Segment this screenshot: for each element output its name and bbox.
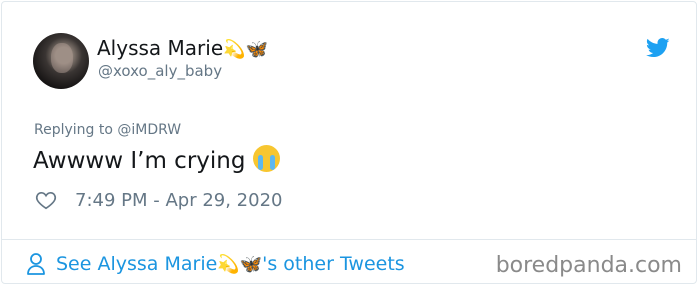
twitter-bird-icon[interactable] <box>646 38 670 58</box>
footer-divider <box>2 239 696 240</box>
tweet-timestamp[interactable]: 7:49 PM - Apr 29, 2020 <box>75 190 282 211</box>
tweet-text-content: Awwww I’m crying <box>33 148 246 174</box>
avatar[interactable] <box>33 33 89 89</box>
replying-to[interactable]: Replying to @iMDRW <box>34 122 181 138</box>
butterfly-emoji: 🦋 <box>239 254 263 275</box>
tweet-text: Awwww I’m crying <box>33 145 281 174</box>
tweet-card: Alyssa Marie💫🦋 @xoxo_aly_baby Replying t… <box>1 1 697 284</box>
display-name[interactable]: Alyssa Marie💫🦋 <box>97 36 268 60</box>
see-tweets-suffix: 's other Tweets <box>262 253 405 275</box>
user-handle[interactable]: @xoxo_aly_baby <box>98 62 222 80</box>
person-icon[interactable] <box>26 252 46 276</box>
see-tweets-prefix: See Alyssa Marie <box>56 253 218 275</box>
heart-icon[interactable] <box>35 189 57 211</box>
loudly-crying-face-emoji <box>253 145 281 172</box>
dizzy-emoji: 💫 <box>217 254 240 275</box>
display-name-text: Alyssa Marie <box>97 36 224 60</box>
see-other-tweets-link[interactable]: See Alyssa Marie💫🦋's other Tweets <box>56 253 405 275</box>
butterfly-emoji: 🦋 <box>245 39 268 60</box>
dizzy-emoji: 💫 <box>223 39 246 60</box>
watermark: boredpanda.com <box>495 253 682 278</box>
